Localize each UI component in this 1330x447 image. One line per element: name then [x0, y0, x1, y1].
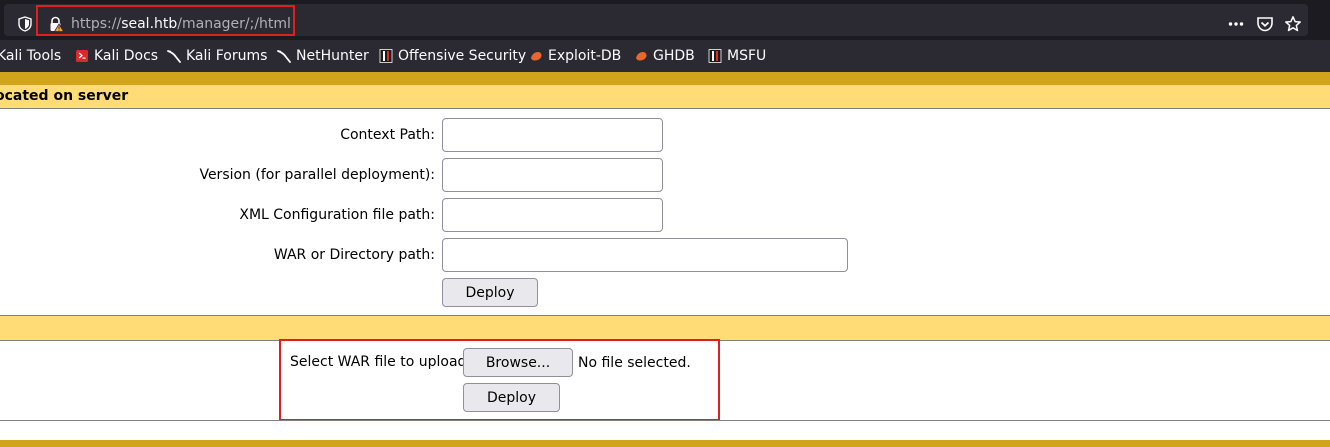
version-input[interactable]: [442, 158, 663, 192]
bookmark-label: GHDB: [653, 48, 695, 64]
war-directory-path-input[interactable]: [442, 238, 848, 272]
deploy-server-header: ocated on server: [0, 85, 1330, 109]
bookmark-label: Kali Tools: [0, 48, 62, 64]
exploit-db-icon: [529, 49, 543, 63]
deploy-upload-header: [0, 316, 1330, 341]
section-divider: [0, 72, 1330, 85]
bookmark-label: Kali Forums: [186, 48, 268, 64]
bookmark-kali-docs[interactable]: Kali Docs: [75, 47, 158, 65]
bookmark-label: Kali Docs: [94, 48, 159, 64]
bookmark-label: Offensive Security: [398, 48, 527, 64]
offsec-icon: [379, 49, 393, 63]
section-header-text: ocated on server: [0, 88, 129, 104]
bookmark-msfu[interactable]: MSFU: [708, 47, 766, 65]
bookmark-kali-tools[interactable]: Kali Tools: [0, 47, 61, 65]
bookmark-nethunter[interactable]: NetHunter: [277, 47, 369, 65]
kali-dragon-icon: [167, 49, 181, 63]
bookmark-offensive-security[interactable]: Offensive Security: [379, 47, 526, 65]
bookmark-exploit-db[interactable]: Exploit-DB: [529, 47, 621, 65]
war-directory-path-label: WAR or Directory path:: [273, 247, 435, 263]
bookmark-label: MSFU: [727, 48, 767, 64]
section-divider: [0, 440, 1330, 447]
bookmark-ghdb[interactable]: GHDB: [634, 47, 695, 65]
xml-config-path-input[interactable]: [442, 198, 663, 232]
offsec-icon: [708, 49, 722, 63]
tomcat-manager-page: ocated on server Context Path: Version (…: [0, 72, 1330, 447]
section-rule: [0, 420, 1330, 421]
deploy-server-button[interactable]: Deploy: [442, 278, 538, 307]
bookmark-label: Exploit-DB: [548, 48, 622, 64]
bookmark-kali-forums[interactable]: Kali Forums: [167, 47, 267, 65]
kali-docs-icon: [75, 49, 89, 63]
context-path-label: Context Path:: [340, 127, 435, 143]
bookmark-star-icon[interactable]: [1284, 15, 1302, 33]
upload-highlight-box: [279, 339, 720, 421]
version-label: Version (for parallel deployment):: [199, 167, 435, 183]
more-options-icon[interactable]: [1227, 15, 1245, 33]
shield-icon[interactable]: [18, 16, 32, 32]
context-path-input[interactable]: [442, 118, 663, 152]
pocket-icon[interactable]: [1256, 15, 1274, 33]
bookmark-label: NetHunter: [296, 48, 369, 64]
exploit-db-icon: [634, 49, 648, 63]
browser-toolbar: https://seal.htb/manager/;/html: [0, 0, 1330, 40]
bookmarks-toolbar: Kali Tools Kali Docs Kali Forums NetHunt…: [0, 40, 1330, 72]
xml-config-path-label: XML Configuration file path:: [239, 207, 435, 223]
kali-dragon-icon: [277, 49, 291, 63]
url-highlight-box: [36, 5, 295, 36]
